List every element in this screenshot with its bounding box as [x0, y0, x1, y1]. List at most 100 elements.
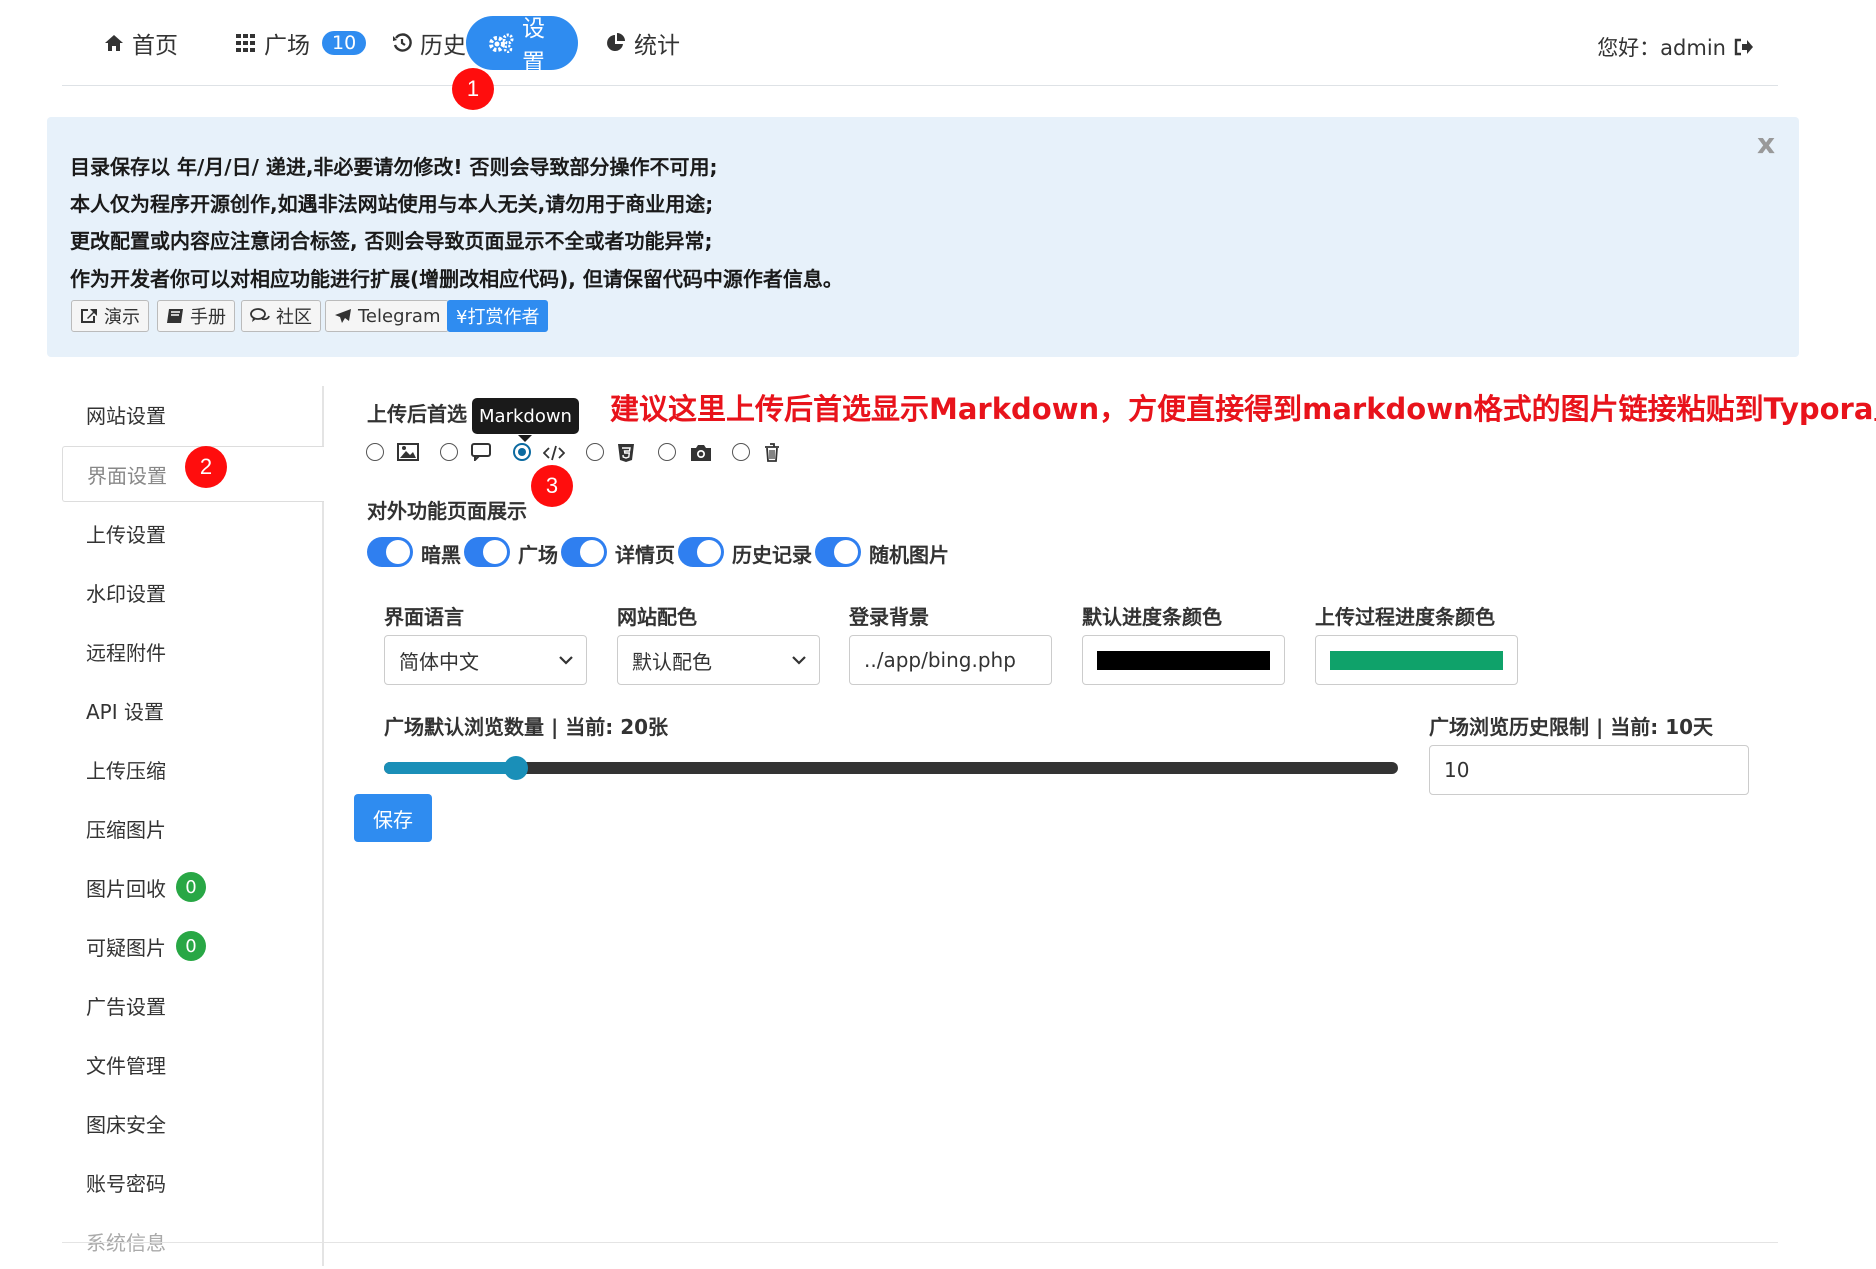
progress-color-label: 默认进度条颜色 — [1082, 605, 1222, 629]
donate-label: ¥打赏作者 — [456, 307, 540, 328]
sidebar-item-label: 可疑图片 — [86, 935, 166, 960]
nav-home-label: 首页 — [132, 33, 178, 59]
progress-color-swatch — [1097, 651, 1270, 670]
book-icon — [166, 308, 184, 324]
notice-line: 作为开发者你可以对相应功能进行扩展(增删改相应代码), 但请保留代码中源作者信息… — [70, 267, 843, 291]
code-icon — [542, 444, 566, 466]
telegram-button[interactable]: Telegram — [325, 300, 450, 332]
sidebar-item-suspicious[interactable]: 可疑图片 0 — [62, 918, 324, 974]
plaza-history-input[interactable]: 10 — [1429, 745, 1749, 795]
sidebar-item-label: 网站设置 — [86, 403, 166, 428]
nav-home[interactable]: 首页 — [82, 16, 200, 70]
toggle-random-label: 随机图片 — [869, 543, 949, 567]
upload-progress-color-swatch — [1330, 651, 1503, 670]
nav-stats[interactable]: 统计 — [584, 16, 702, 70]
telegram-label: Telegram — [358, 305, 441, 327]
radio-image[interactable] — [366, 443, 384, 461]
history-icon — [392, 33, 412, 53]
sidebar-item-remote[interactable]: 远程附件 — [62, 623, 324, 679]
toggle-dark[interactable] — [367, 537, 413, 567]
login-bg-input[interactable]: ../app/bing.php — [849, 635, 1052, 685]
language-select[interactable]: 简体中文 — [384, 635, 587, 685]
demo-label: 演示 — [104, 307, 140, 328]
theme-value: 默认配色 — [632, 649, 712, 674]
plaza-count-slider[interactable] — [384, 756, 1398, 780]
grid-icon — [236, 34, 256, 52]
public-pages-label: 对外功能页面展示 — [367, 499, 527, 523]
sidebar-item-compress-images[interactable]: 压缩图片 — [62, 800, 324, 856]
language-label: 界面语言 — [384, 605, 464, 629]
greeting-text: 您好：admin — [1597, 36, 1726, 60]
toggle-plaza[interactable] — [464, 537, 510, 567]
theme-select[interactable]: 默认配色 — [617, 635, 820, 685]
settings-sidebar: 网站设置 界面设置 上传设置 水印设置 远程附件 API 设置 上传压缩 压缩图… — [62, 386, 324, 1266]
radio-delete[interactable] — [732, 443, 750, 461]
sidebar-item-label: 远程附件 — [86, 640, 166, 665]
toggle-history[interactable] — [678, 537, 724, 567]
donate-button[interactable]: ¥打赏作者 — [447, 300, 549, 332]
sidebar-item-label: 水印设置 — [86, 581, 166, 606]
sidebar-item-watermark[interactable]: 水印设置 — [62, 564, 324, 620]
sidebar-item-label: 界面设置 — [87, 463, 167, 488]
sidebar-item-label: 上传压缩 — [86, 758, 166, 783]
sidebar-item-label: API 设置 — [86, 699, 164, 724]
step-marker-3: 3 — [531, 465, 573, 507]
upload-progress-color-picker[interactable] — [1315, 635, 1518, 685]
trash-icon — [764, 443, 780, 466]
sidebar-item-site[interactable]: 网站设置 — [62, 386, 324, 442]
plaza-count-badge: 10 — [322, 31, 367, 55]
sidebar-item-account[interactable]: 账号密码 — [62, 1154, 324, 1210]
save-button[interactable]: 保存 — [354, 794, 432, 842]
external-link-icon — [80, 308, 98, 324]
login-bg-label: 登录背景 — [849, 605, 929, 629]
comments-icon — [250, 308, 270, 324]
top-nav: 首页 广场 10 历史 设置 统计 您好：admin — [62, 14, 1778, 86]
community-label: 社区 — [276, 307, 312, 328]
suspicious-count-badge: 0 — [176, 931, 206, 961]
sidebar-item-recycle[interactable]: 图片回收 0 — [62, 859, 324, 915]
annotation-text: 建议这里上传后首选显示Markdown，方便直接得到markdown格式的图片链… — [610, 392, 1876, 426]
nav-stats-label: 统计 — [634, 33, 680, 59]
toggle-detail[interactable] — [561, 537, 607, 567]
nav-settings[interactable]: 设置 — [466, 16, 578, 76]
radio-camera[interactable] — [658, 443, 676, 461]
slider-fill — [384, 762, 516, 774]
radio-markdown[interactable] — [513, 443, 531, 461]
demo-button[interactable]: 演示 — [71, 300, 149, 332]
manual-label: 手册 — [190, 307, 226, 328]
chevron-down-icon — [558, 650, 574, 675]
sidebar-item-label: 文件管理 — [86, 1053, 166, 1078]
plane-icon — [334, 308, 352, 324]
nav-history-label: 历史 — [420, 33, 466, 59]
html5-icon — [617, 443, 635, 467]
upload-progress-color-label: 上传过程进度条颜色 — [1315, 605, 1495, 629]
radio-comment[interactable] — [440, 443, 458, 461]
slider-thumb[interactable] — [503, 756, 528, 780]
sidebar-item-label: 上传设置 — [86, 522, 166, 547]
comment-icon — [471, 443, 491, 465]
radio-html[interactable] — [586, 443, 604, 461]
toggle-random[interactable] — [815, 537, 861, 567]
sidebar-item-upload[interactable]: 上传设置 — [62, 505, 324, 561]
step-marker-1: 1 — [452, 68, 494, 110]
login-bg-value: ../app/bing.php — [864, 648, 1016, 672]
sidebar-item-system[interactable]: 系统信息 — [62, 1213, 324, 1269]
manual-button[interactable]: 手册 — [157, 300, 235, 332]
progress-color-picker[interactable] — [1082, 635, 1285, 685]
sidebar-item-security[interactable]: 图床安全 — [62, 1095, 324, 1151]
sidebar-item-api[interactable]: API 设置 — [62, 682, 324, 738]
nav-plaza-label: 广场 — [264, 33, 310, 59]
user-greeting: 您好：admin — [1597, 32, 1754, 62]
community-button[interactable]: 社区 — [241, 300, 321, 332]
step-marker-2: 2 — [185, 446, 227, 488]
sidebar-item-files[interactable]: 文件管理 — [62, 1036, 324, 1092]
plaza-count-label: 广场默认浏览数量 | 当前: 20张 — [384, 715, 669, 739]
notice-line: 目录保存以 年/月/日/ 递进,非必要请勿修改! 否则会导致部分操作不可用; — [70, 155, 718, 179]
close-icon[interactable]: x — [1757, 127, 1775, 160]
home-icon — [104, 34, 124, 52]
toggle-dark-label: 暗黑 — [421, 543, 461, 567]
sidebar-item-ads[interactable]: 广告设置 — [62, 977, 324, 1033]
sidebar-item-upload-compress[interactable]: 上传压缩 — [62, 741, 324, 797]
logout-icon[interactable] — [1734, 38, 1754, 56]
nav-plaza[interactable]: 广场 10 — [214, 16, 388, 70]
